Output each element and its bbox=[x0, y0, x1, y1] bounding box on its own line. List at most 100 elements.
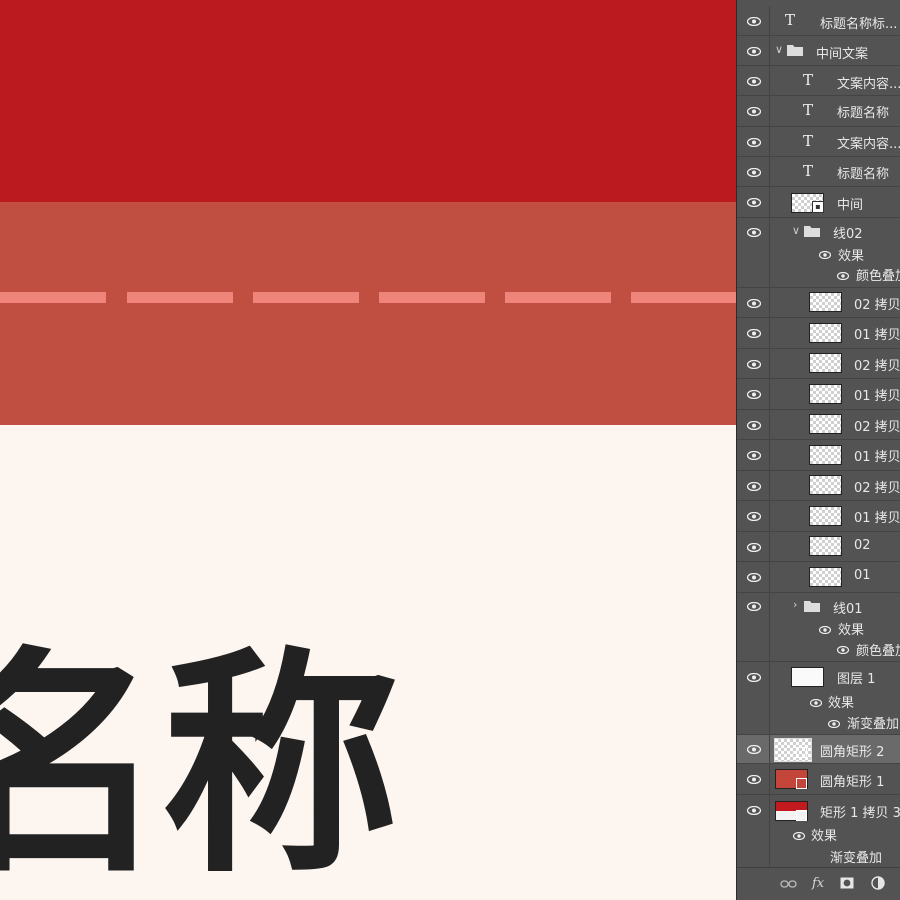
visibility-toggle[interactable] bbox=[737, 96, 770, 126]
visibility-toggle[interactable] bbox=[737, 187, 770, 217]
layer-row[interactable]: 01 拷贝 bbox=[737, 379, 900, 410]
visibility-toggle[interactable] bbox=[737, 318, 770, 348]
layer-row[interactable]: 圆角矩形 1 bbox=[737, 764, 900, 795]
chevron-down-icon[interactable]: ∨ bbox=[775, 43, 783, 56]
visibility-toggle[interactable] bbox=[737, 36, 770, 65]
visibility-toggle[interactable] bbox=[737, 440, 770, 470]
eye-icon[interactable] bbox=[747, 47, 761, 56]
layer-row[interactable]: 01 bbox=[737, 562, 900, 593]
layer-row[interactable]: 02 拷贝 bbox=[737, 349, 900, 379]
layer-thumbnail[interactable] bbox=[809, 445, 842, 465]
layer-row[interactable]: T 标题名称标... bbox=[737, 6, 900, 36]
visibility-toggle[interactable] bbox=[737, 795, 770, 868]
layer-thumbnail[interactable] bbox=[809, 323, 842, 343]
layer-row[interactable]: 01 拷贝 bbox=[737, 440, 900, 471]
visibility-toggle[interactable] bbox=[737, 662, 770, 734]
eye-icon[interactable] bbox=[747, 806, 761, 815]
layer-group-row[interactable]: ∨ 中间文案 bbox=[737, 36, 900, 66]
eye-icon[interactable] bbox=[810, 699, 822, 707]
eye-icon[interactable] bbox=[747, 138, 761, 147]
visibility-toggle[interactable] bbox=[737, 66, 770, 95]
layer-row[interactable]: T 标题名称 bbox=[737, 96, 900, 127]
layer-thumbnail[interactable] bbox=[809, 384, 842, 404]
eye-icon[interactable] bbox=[747, 775, 761, 784]
eye-icon[interactable] bbox=[747, 299, 761, 308]
eye-icon[interactable] bbox=[747, 360, 761, 369]
eye-icon[interactable] bbox=[837, 646, 849, 654]
eye-icon[interactable] bbox=[747, 168, 761, 177]
mask-icon[interactable] bbox=[840, 877, 854, 889]
layer-thumbnail[interactable] bbox=[809, 353, 842, 373]
dash-segment bbox=[505, 292, 611, 303]
eye-icon[interactable] bbox=[747, 451, 761, 460]
document-canvas[interactable]: 名称 bbox=[0, 0, 736, 900]
eye-icon[interactable] bbox=[747, 107, 761, 116]
visibility-toggle[interactable] bbox=[737, 593, 770, 661]
visibility-toggle[interactable] bbox=[737, 218, 770, 287]
eye-icon[interactable] bbox=[837, 272, 849, 280]
eye-icon[interactable] bbox=[747, 17, 761, 26]
visibility-toggle[interactable] bbox=[737, 6, 770, 35]
fx-icon[interactable]: fx bbox=[812, 876, 824, 891]
layers-panel-footer: fx bbox=[737, 867, 900, 900]
visibility-toggle[interactable] bbox=[737, 735, 770, 763]
eye-icon[interactable] bbox=[747, 745, 761, 754]
effects-label: 效果 bbox=[828, 696, 855, 711]
layer-row-selected[interactable]: 圆角矩形 2 bbox=[737, 735, 900, 764]
eye-icon[interactable] bbox=[747, 228, 761, 237]
visibility-toggle[interactable] bbox=[737, 410, 770, 439]
visibility-toggle[interactable] bbox=[737, 379, 770, 409]
layer-row[interactable]: 02 拷贝 bbox=[737, 410, 900, 440]
eye-icon[interactable] bbox=[747, 329, 761, 338]
eye-icon[interactable] bbox=[747, 602, 761, 611]
layer-row[interactable]: 02 拷贝 bbox=[737, 471, 900, 501]
visibility-toggle[interactable] bbox=[737, 764, 770, 794]
visibility-toggle[interactable] bbox=[737, 288, 770, 317]
layer-row[interactable]: T 标题名称 bbox=[737, 157, 900, 187]
eye-icon[interactable] bbox=[747, 390, 761, 399]
layer-row[interactable]: 01 拷贝 bbox=[737, 318, 900, 349]
eye-icon[interactable] bbox=[819, 251, 831, 259]
effect-name: 渐变叠加 bbox=[847, 717, 900, 732]
layer-group-row[interactable]: › 线01 效果 颜色叠加 bbox=[737, 593, 900, 662]
chevron-right-icon[interactable]: › bbox=[793, 598, 797, 611]
visibility-toggle[interactable] bbox=[737, 127, 770, 156]
adjustment-icon[interactable] bbox=[871, 876, 885, 890]
eye-icon[interactable] bbox=[828, 720, 840, 728]
layer-row[interactable]: T 文案内容... bbox=[737, 127, 900, 157]
layer-row[interactable]: 矩形 1 拷贝 3 效果 渐变叠加 bbox=[737, 795, 900, 868]
layer-group-row[interactable]: ∨ 线02 效果 颜色叠加 bbox=[737, 218, 900, 288]
layer-name: 标题名称 bbox=[837, 167, 890, 182]
link-icon[interactable] bbox=[780, 879, 797, 889]
eye-icon[interactable] bbox=[747, 573, 761, 582]
visibility-toggle[interactable] bbox=[737, 349, 770, 378]
layer-thumbnail[interactable] bbox=[809, 475, 842, 495]
layer-thumbnail[interactable] bbox=[791, 667, 824, 687]
layer-thumbnail[interactable] bbox=[809, 567, 842, 587]
visibility-toggle[interactable] bbox=[737, 562, 770, 592]
eye-icon[interactable] bbox=[819, 626, 831, 634]
layer-row[interactable]: 02 bbox=[737, 532, 900, 562]
visibility-toggle[interactable] bbox=[737, 157, 770, 186]
eye-icon[interactable] bbox=[747, 198, 761, 207]
layer-thumbnail[interactable] bbox=[809, 292, 842, 312]
visibility-toggle[interactable] bbox=[737, 471, 770, 500]
layer-row[interactable]: T 文案内容... bbox=[737, 66, 900, 96]
layer-row[interactable]: 图层 1 效果 渐变叠加 bbox=[737, 662, 900, 735]
layer-thumbnail[interactable] bbox=[809, 536, 842, 556]
layer-thumbnail[interactable] bbox=[809, 414, 842, 434]
visibility-toggle[interactable] bbox=[737, 532, 770, 561]
eye-icon[interactable] bbox=[747, 512, 761, 521]
eye-icon[interactable] bbox=[793, 832, 805, 840]
eye-icon[interactable] bbox=[747, 77, 761, 86]
layer-row[interactable]: 01 拷贝 bbox=[737, 501, 900, 532]
eye-icon[interactable] bbox=[747, 543, 761, 552]
layer-row[interactable]: ▪ 中间 bbox=[737, 187, 900, 218]
layer-thumbnail[interactable] bbox=[809, 506, 842, 526]
eye-icon[interactable] bbox=[747, 421, 761, 430]
chevron-down-icon[interactable]: ∨ bbox=[792, 224, 800, 237]
layer-row[interactable]: 02 拷贝 bbox=[737, 288, 900, 318]
eye-icon[interactable] bbox=[747, 482, 761, 491]
eye-icon[interactable] bbox=[747, 673, 761, 682]
visibility-toggle[interactable] bbox=[737, 501, 770, 531]
